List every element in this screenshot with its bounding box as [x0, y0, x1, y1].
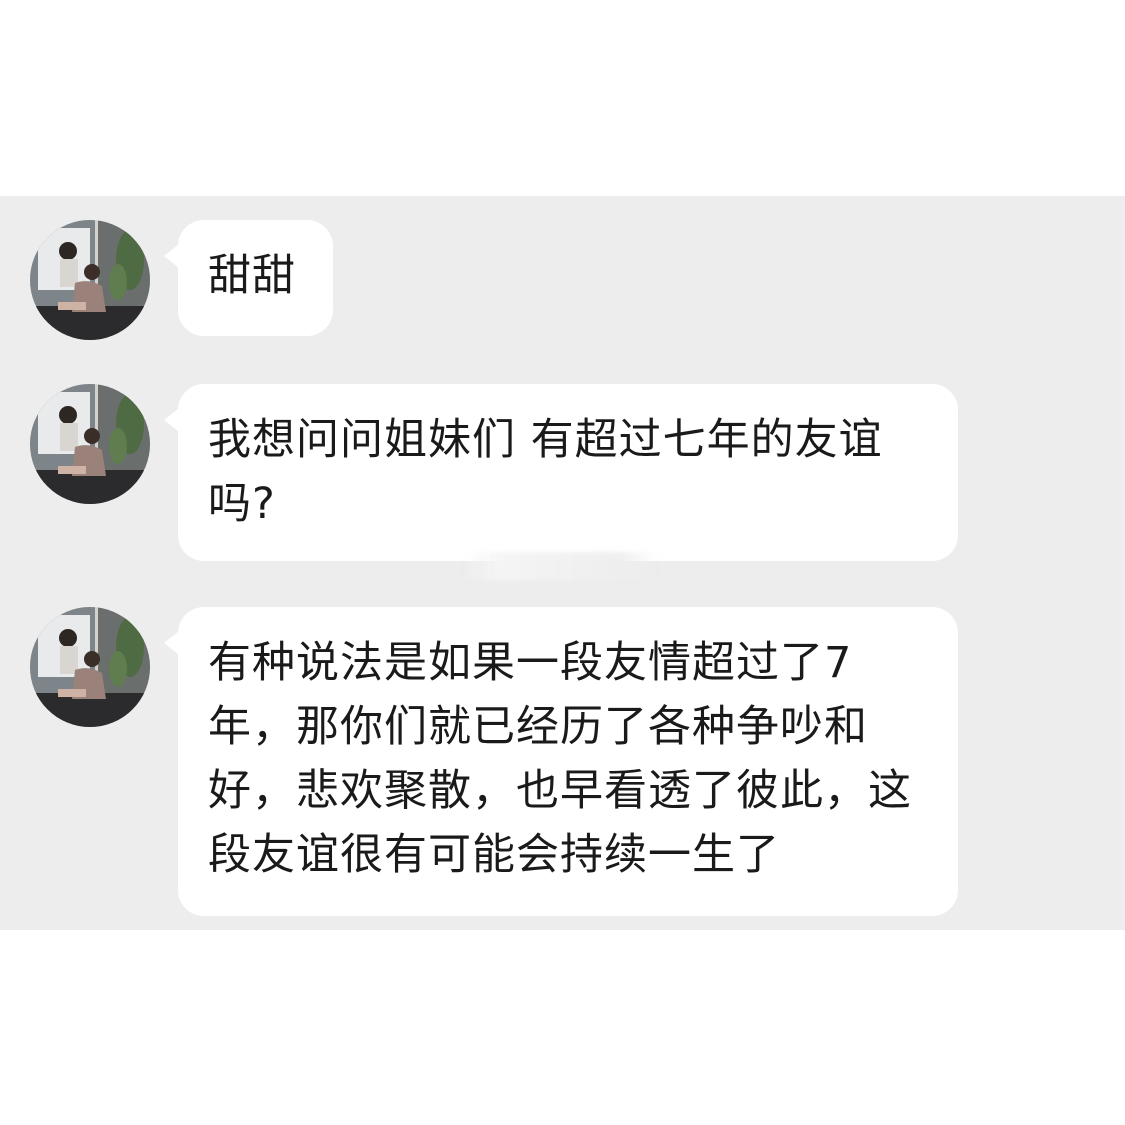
- message-bubble[interactable]: 我想问问姐妹们 有超过七年的友谊吗?: [164, 384, 958, 561]
- message-bubble[interactable]: 有种说法是如果一段友情超过了7年，那你们就已经历了各种争吵和好，悲欢聚散，也早看…: [164, 607, 958, 916]
- message-text: 甜甜: [208, 251, 296, 301]
- chat-panel: 甜甜 我想问问姐妹们 有超过七年的友谊吗? 有种说法是如果一段友情超过了7年，那…: [0, 196, 1125, 930]
- blurred-watermark: [462, 552, 658, 580]
- avatar[interactable]: [30, 607, 150, 727]
- avatar-photo-icon: [30, 220, 150, 340]
- avatar-photo-icon: [30, 384, 150, 504]
- message-bubble[interactable]: 甜甜: [164, 220, 333, 336]
- avatar[interactable]: [30, 384, 150, 504]
- avatar[interactable]: [30, 220, 150, 340]
- message-text: 有种说法是如果一段友情超过了7年，那你们就已经历了各种争吵和好，悲欢聚散，也早看…: [208, 638, 912, 880]
- message-text: 我想问问姐妹们 有超过七年的友谊吗?: [208, 415, 883, 529]
- avatar-photo-icon: [30, 607, 150, 727]
